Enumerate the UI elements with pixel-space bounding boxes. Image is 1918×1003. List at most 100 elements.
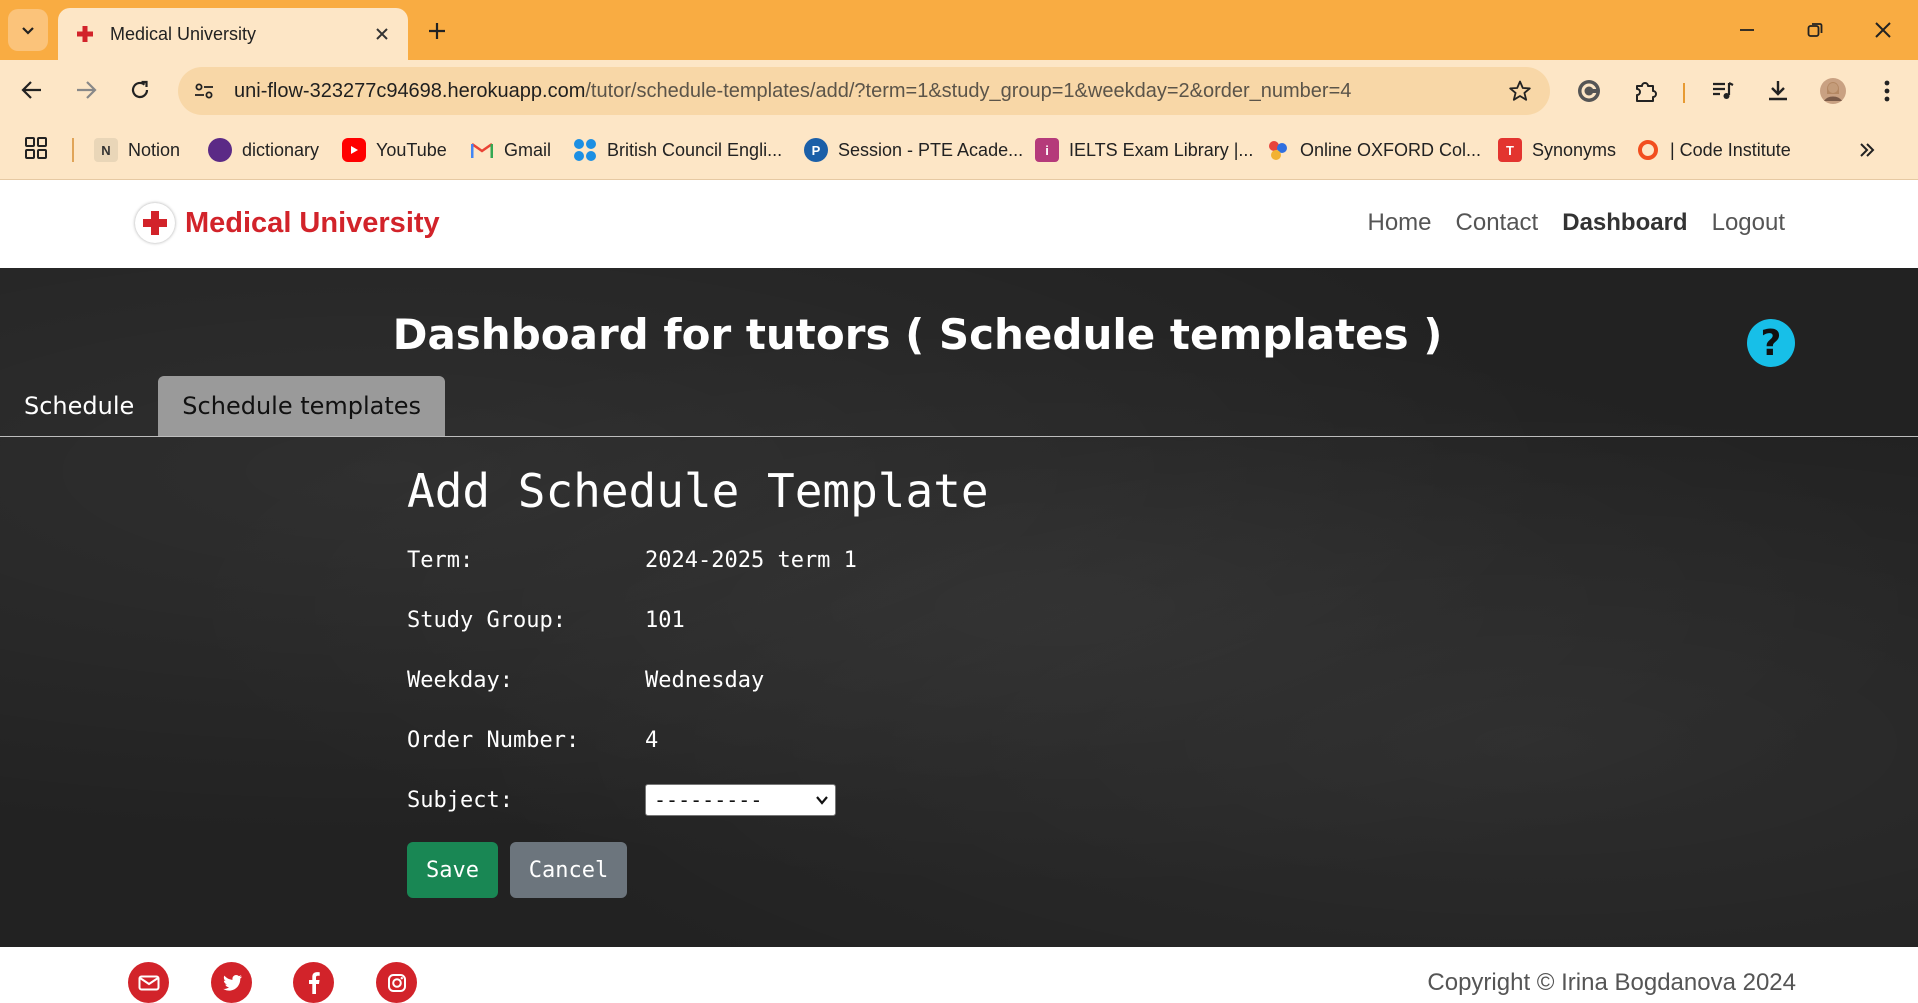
- help-question-icon[interactable]: ?: [1747, 319, 1795, 367]
- brand-link[interactable]: Medical University: [135, 203, 440, 243]
- nav-contact[interactable]: Contact: [1456, 209, 1539, 237]
- plus-icon: [429, 23, 445, 39]
- bookmark-label: Notion: [128, 139, 181, 160]
- bookmark-british-council[interactable]: British Council Engli...: [573, 134, 782, 166]
- bookmark-label: Online OXFORD Col...: [1300, 139, 1482, 160]
- order-number-row: Order Number: 4: [407, 710, 989, 770]
- term-row: Term: 2024-2025 term 1: [407, 530, 989, 590]
- weekday-label: Weekday:: [407, 667, 513, 693]
- tab-title: Medical University: [110, 23, 257, 44]
- red-cross-favicon-icon: [74, 23, 96, 45]
- toolbar-separator: [1683, 83, 1685, 103]
- bookmark-label: dictionary: [242, 139, 320, 160]
- forward-button[interactable]: [66, 70, 106, 110]
- twitter-icon[interactable]: [211, 962, 252, 1003]
- tab-schedule-templates[interactable]: Schedule templates: [158, 376, 446, 436]
- url-path: /tutor/schedule-templates/add/?term=1&st…: [585, 79, 1352, 102]
- term-value: 2024-2025 term 1: [645, 547, 857, 573]
- dashboard-tabs: Schedule Schedule templates: [0, 376, 446, 436]
- pte-icon: P: [804, 138, 828, 162]
- media-controls-icon[interactable]: [1704, 72, 1742, 110]
- close-icon: [1875, 22, 1891, 38]
- instagram-icon[interactable]: [376, 962, 417, 1003]
- bookmark-label: YouTube: [376, 139, 447, 160]
- synonyms-icon: T: [1498, 138, 1522, 162]
- order-number-label: Order Number:: [407, 727, 580, 753]
- chevron-down-icon: [22, 27, 34, 35]
- bookmark-ielts[interactable]: i IELTS Exam Library |...: [1035, 134, 1253, 166]
- bookmark-pte[interactable]: P Session - PTE Acade...: [804, 134, 1023, 166]
- kebab-menu-icon[interactable]: [1868, 72, 1906, 110]
- bookmark-label: Session - PTE Acade...: [838, 139, 1024, 160]
- extensions-puzzle-icon[interactable]: [1627, 72, 1665, 110]
- code-institute-icon: [1636, 138, 1660, 162]
- browser-tab[interactable]: Medical University: [58, 8, 408, 60]
- term-label: Term:: [407, 547, 474, 573]
- address-bar[interactable]: uni-flow-323277c94698.herokuapp.com/tuto…: [178, 67, 1550, 115]
- browser-toolbar: uni-flow-323277c94698.herokuapp.com/tuto…: [0, 60, 1918, 120]
- facebook-icon[interactable]: [293, 962, 334, 1003]
- dictionary-icon: [208, 138, 232, 162]
- arrow-left-icon: [21, 81, 41, 99]
- tab-close-icon[interactable]: [368, 20, 396, 48]
- bookmark-oxford[interactable]: Online OXFORD Col...: [1266, 134, 1481, 166]
- minimize-button[interactable]: [1722, 10, 1772, 50]
- back-button[interactable]: [12, 70, 52, 110]
- arrow-right-icon: [77, 81, 97, 99]
- bookmark-star-icon[interactable]: [1502, 73, 1538, 109]
- save-button[interactable]: Save: [407, 842, 498, 898]
- help-symbol: ?: [1760, 322, 1782, 364]
- bookmark-code-institute[interactable]: | Code Institute: [1636, 134, 1791, 166]
- restore-button[interactable]: [1790, 10, 1840, 50]
- tab-schedule[interactable]: Schedule: [0, 376, 158, 436]
- copyright-text: Copyright © Irina Bogdanova 2024: [1427, 969, 1796, 996]
- subject-row: Subject: ---------: [407, 770, 989, 830]
- dashboard-title: Dashboard for tutors ( Schedule template…: [392, 310, 1443, 359]
- youtube-icon: [342, 138, 366, 162]
- profile-avatar-icon[interactable]: [1814, 72, 1852, 110]
- bookmark-notion[interactable]: N Notion: [94, 134, 180, 166]
- bookmark-youtube[interactable]: YouTube: [342, 134, 447, 166]
- new-tab-button[interactable]: [420, 14, 454, 48]
- close-window-button[interactable]: [1858, 10, 1908, 50]
- reload-button[interactable]: [120, 70, 160, 110]
- weekday-row: Weekday: Wednesday: [407, 650, 989, 710]
- download-icon[interactable]: [1759, 72, 1797, 110]
- bookmark-label: | Code Institute: [1670, 139, 1791, 160]
- ielts-icon: i: [1035, 138, 1059, 162]
- order-number-value: 4: [645, 727, 659, 753]
- study-group-row: Study Group: 101: [407, 590, 989, 650]
- apps-grid-icon[interactable]: [24, 136, 52, 164]
- bookmark-gmail[interactable]: Gmail: [470, 134, 551, 166]
- bookmark-label: Gmail: [504, 139, 552, 160]
- reload-icon: [131, 80, 149, 99]
- chevron-down-icon: [816, 796, 828, 805]
- weekday-value: Wednesday: [645, 667, 765, 693]
- red-cross-logo-icon: [135, 203, 175, 243]
- brand-name: Medical University: [185, 206, 440, 239]
- add-template-form: Add Schedule Template Term: 2024-2025 te…: [407, 464, 989, 898]
- nav-home[interactable]: Home: [1367, 209, 1431, 237]
- nav-dashboard[interactable]: Dashboard: [1562, 209, 1687, 237]
- restore-icon: [1807, 23, 1823, 37]
- grammarly-extension-icon[interactable]: [1570, 72, 1608, 110]
- url-text[interactable]: uni-flow-323277c94698.herokuapp.com/tuto…: [234, 80, 1502, 103]
- british-council-icon: [573, 138, 597, 162]
- site-info-icon[interactable]: [186, 73, 222, 109]
- site-footer: Copyright © Irina Bogdanova 2024: [0, 947, 1918, 1003]
- subject-select[interactable]: ---------: [645, 784, 836, 816]
- nav-logout[interactable]: Logout: [1712, 209, 1785, 237]
- bookmark-synonyms[interactable]: T Synonyms: [1498, 134, 1616, 166]
- bookmarks-separator: [72, 138, 74, 162]
- cancel-button[interactable]: Cancel: [510, 842, 627, 898]
- tab-search-button[interactable]: [8, 9, 48, 51]
- bookmark-dictionary[interactable]: dictionary: [208, 134, 319, 166]
- bookmark-label: Synonyms: [1532, 139, 1617, 160]
- bookmark-label: IELTS Exam Library |...: [1069, 139, 1254, 160]
- subject-selected-value: ---------: [654, 788, 763, 812]
- email-icon[interactable]: [128, 962, 169, 1003]
- more-bookmarks-chevron-icon[interactable]: [1850, 134, 1884, 166]
- oxford-icon: [1266, 138, 1290, 162]
- minimize-icon: [1740, 29, 1754, 31]
- dashboard-board: Dashboard for tutors ( Schedule template…: [0, 268, 1918, 947]
